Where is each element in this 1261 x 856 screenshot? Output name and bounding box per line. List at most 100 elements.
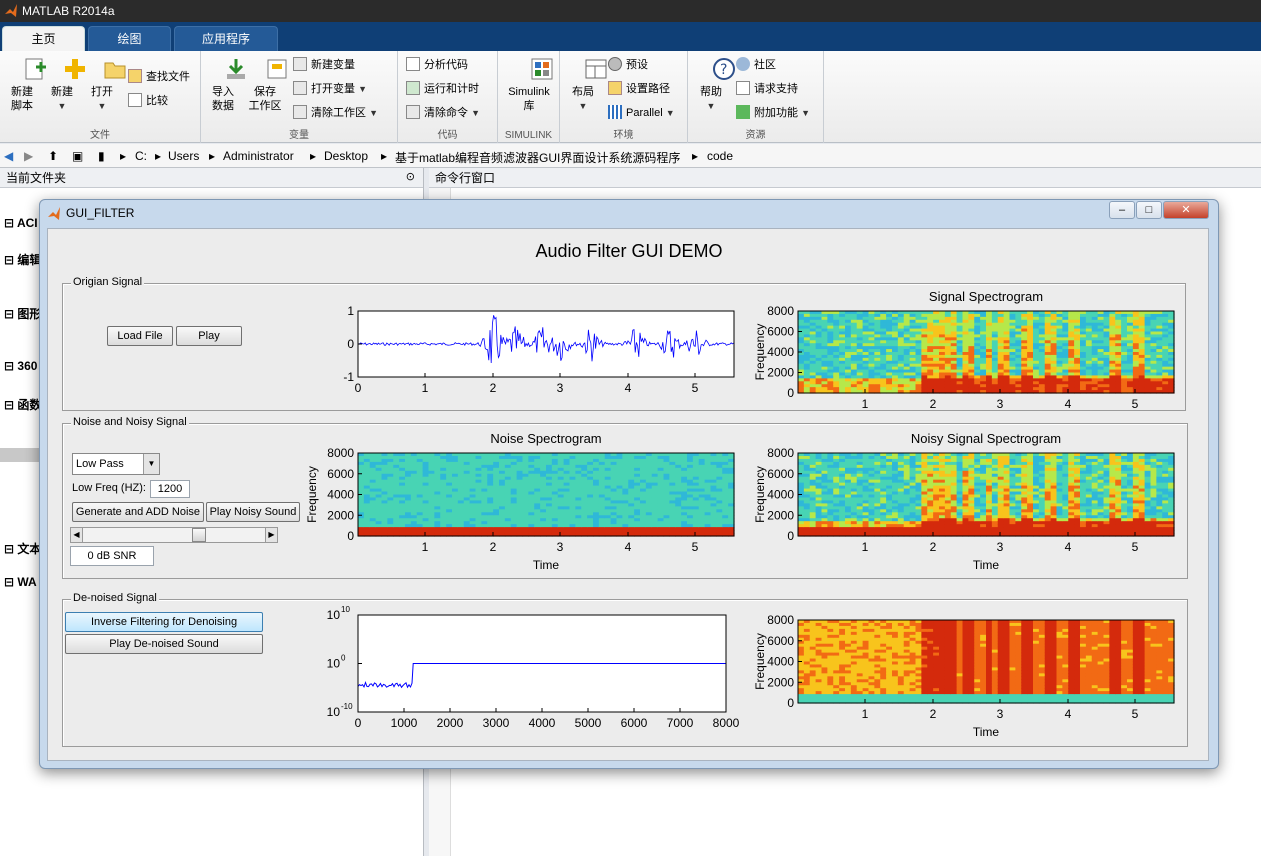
back-icon[interactable]: ◀ <box>4 149 13 163</box>
signal-spectrogram-ytick-label: 8000 <box>767 304 794 318</box>
clear-workspace-icon <box>293 105 307 119</box>
open-variable-label: 打开变量 <box>311 83 355 95</box>
address-bar: ◀ ▶ ⬆ ▣ ▮ ▸ C: ▸ Users ▸ Administrator ▸… <box>0 144 1261 168</box>
close-button[interactable]: ✕ <box>1163 201 1209 219</box>
add-ons-button[interactable]: 附加功能 ▼ <box>736 104 810 122</box>
variable-group-label: 变量 <box>289 130 309 141</box>
file-group: 新建 脚本 新建 ▼ 打开 ▼ 查找文件 比较 文件 <box>0 51 201 143</box>
gear-icon <box>608 57 622 71</box>
noise-spectrogram-ytick-label: 6000 <box>327 467 354 481</box>
signal-spectrogram-xtick-label: 2 <box>930 397 937 411</box>
find-files-icon <box>128 69 142 83</box>
app-titlebar: MATLAB R2014a <box>0 0 1261 22</box>
open-variable-icon <box>293 81 307 95</box>
new-script-label: 新建 脚本 <box>11 86 33 112</box>
add-ons-icon <box>736 105 750 119</box>
folder-item[interactable]: ⊟ WA <box>4 575 37 589</box>
signal-spectrogram-xtick-label: 4 <box>1065 397 1072 411</box>
file-group-label: 文件 <box>90 130 110 141</box>
breadcrumb-item[interactable]: Administrator <box>223 149 294 163</box>
up-folder-icon[interactable]: ⬆ <box>48 149 58 163</box>
parallel-icon <box>608 105 622 119</box>
folder-item[interactable]: ⊟ 图形 <box>4 305 41 322</box>
preferences-button[interactable]: 预设 <box>608 56 648 74</box>
tab-home[interactable]: 主页 <box>2 26 85 51</box>
folder-item[interactable]: ⊟ 文本 <box>4 540 41 557</box>
open-variable-button[interactable]: 打开变量 ▼ <box>293 80 367 98</box>
simulink-group: Simulink 库 SIMULINK <box>498 51 560 143</box>
breadcrumb-item[interactable]: 基于matlab编程音频滤波器GUI界面设计系统源码程序 <box>395 149 680 166</box>
clear-workspace-button[interactable]: 清除工作区 ▼ <box>293 104 378 122</box>
minimize-button[interactable]: – <box>1109 201 1135 219</box>
layout-button[interactable]: 布局 ▼ <box>566 57 607 113</box>
waveform-xtick-label: 1 <box>422 381 429 395</box>
analyze-code-icon <box>406 57 420 71</box>
forward-icon[interactable]: ▶ <box>24 149 33 163</box>
open-button[interactable]: 打开 ▼ <box>84 57 126 113</box>
run-and-time-button[interactable]: 运行和计时 <box>406 80 479 98</box>
new-script-button[interactable]: 新建 脚本 <box>4 57 46 113</box>
community-icon <box>736 57 750 71</box>
folder-item[interactable]: ⊟ ACI <box>4 216 38 230</box>
add-ons-label: 附加功能 <box>754 107 798 119</box>
folder-item[interactable]: ⊟ 360 <box>4 359 37 373</box>
set-path-icon <box>608 81 622 95</box>
breadcrumb-item[interactable]: C: <box>135 149 147 163</box>
compare-button[interactable]: 比较 <box>128 92 168 110</box>
community-button[interactable]: 社区 <box>736 56 776 74</box>
signal-spectrogram-ytick-label: 4000 <box>767 345 794 359</box>
breadcrumb-item[interactable]: Users <box>168 149 199 163</box>
signal-spectrogram-xtick-label: 5 <box>1132 397 1139 411</box>
browse-folder-icon[interactable]: ▣ <box>72 149 83 163</box>
clear-commands-label: 清除命令 <box>424 107 468 119</box>
new-variable-button[interactable]: 新建变量 <box>293 56 355 74</box>
signal-spectrogram-ytick-label: 0 <box>787 386 794 400</box>
maximize-button[interactable]: □ <box>1136 201 1162 219</box>
panel-menu-icon[interactable]: ⊙ <box>406 170 415 183</box>
current-folder-title: 当前文件夹 <box>0 168 423 188</box>
tab-plots[interactable]: 绘图 <box>88 26 171 51</box>
save-workspace-button[interactable]: 保存 工作区 <box>245 57 287 113</box>
noise-spectrogram-ytick-label: 2000 <box>327 508 354 522</box>
signal-spectrogram-ylabel: Frequency <box>753 324 767 381</box>
tab-apps[interactable]: 应用程序 <box>174 26 278 51</box>
resources-group-label: 资源 <box>745 130 766 141</box>
parallel-button[interactable]: Parallel ▼ <box>608 104 675 122</box>
environment-group-label: 环境 <box>613 130 634 141</box>
waveform-xtick-label: 0 <box>355 381 362 395</box>
analyze-code-button[interactable]: 分析代码 <box>406 56 468 74</box>
noise-spectrogram-xtick-label: 2 <box>490 540 497 554</box>
ribbon: 新建 脚本 新建 ▼ 打开 ▼ 查找文件 比较 文件 导入 数据 保存 工作区 新建… <box>0 51 1261 143</box>
figure-title: GUI_FILTER <box>66 206 135 220</box>
request-support-button[interactable]: 请求支持 <box>736 80 798 98</box>
code-group-label: 代码 <box>437 130 458 141</box>
breadcrumb-item[interactable]: Desktop <box>324 149 368 163</box>
selected-row[interactable] <box>0 448 40 462</box>
noise-spectrogram-xlabel: Time <box>533 558 560 572</box>
compare-icon <box>128 93 142 107</box>
import-data-label: 导入 数据 <box>212 86 234 112</box>
run-and-time-label: 运行和计时 <box>424 83 479 95</box>
waveform-ytick-label: 1 <box>347 304 354 318</box>
signal-spectrogram-xtick-label: 1 <box>862 397 869 411</box>
help-button[interactable]: ? 帮助 ▼ <box>694 57 735 113</box>
new-label: 新建 <box>51 86 73 98</box>
find-files-button[interactable]: 查找文件 <box>128 68 190 86</box>
set-path-label: 设置路径 <box>626 83 670 95</box>
simulink-library-button[interactable]: Simulink 库 <box>504 57 554 113</box>
folder-item[interactable]: ⊟ 编辑 <box>4 251 41 268</box>
clear-workspace-label: 清除工作区 <box>311 107 366 119</box>
clear-commands-button[interactable]: 清除命令 ▼ <box>406 104 480 122</box>
community-label: 社区 <box>754 59 776 71</box>
request-support-icon <box>736 81 750 95</box>
import-data-button[interactable]: 导入 数据 <box>205 57 245 113</box>
app-title: MATLAB R2014a <box>22 4 115 18</box>
save-workspace-icon <box>252 57 287 81</box>
set-path-button[interactable]: 设置路径 <box>608 80 670 98</box>
new-button[interactable]: 新建 ▼ <box>44 57 85 113</box>
folder-item[interactable]: ⊟ 函数 <box>4 396 41 413</box>
noise-spectrogram-xtick-label: 4 <box>625 540 632 554</box>
breadcrumb-item[interactable]: code <box>707 149 733 163</box>
waveform-bg <box>358 311 734 377</box>
noise-spectrogram-xtick-label: 1 <box>422 540 429 554</box>
